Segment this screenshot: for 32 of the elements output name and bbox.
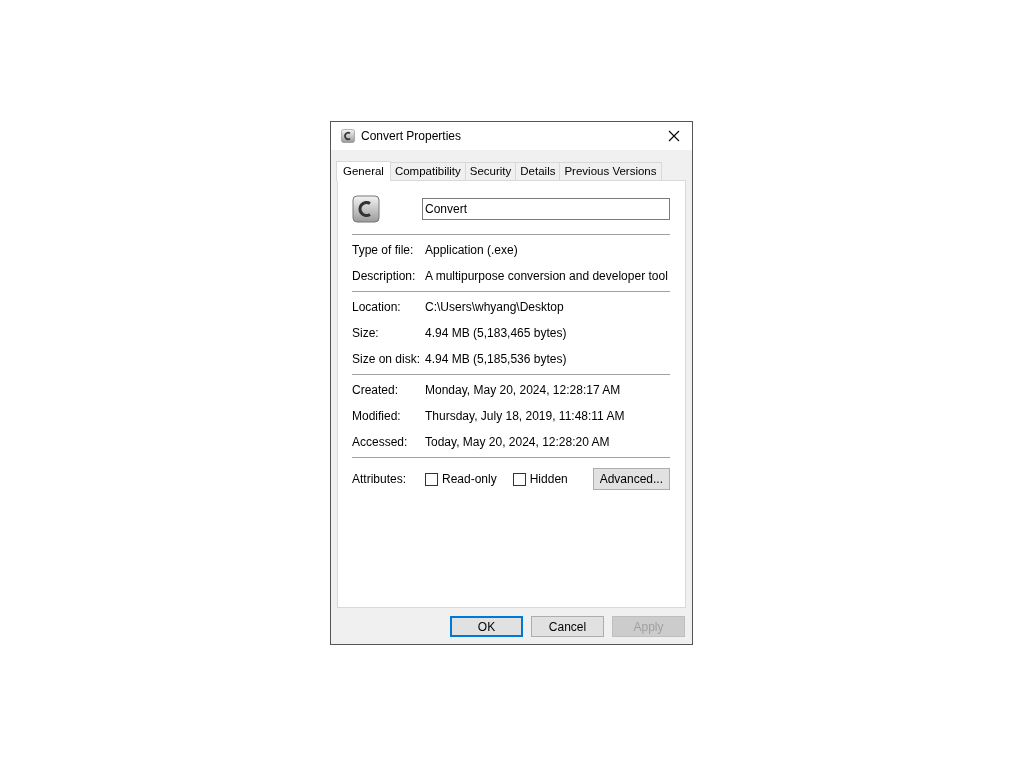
property-value: 4.94 MB (5,183,465 bytes) [425, 325, 567, 340]
window-title: Convert Properties [361, 129, 463, 143]
property-value: Thursday, July 18, 2019, 11:48:11 AM [425, 408, 625, 423]
property-label: Type of file: [352, 242, 415, 257]
property-label: Created: [352, 382, 400, 397]
checkbox-label: Read-only [442, 472, 497, 486]
advanced-button[interactable]: Advanced... [592, 468, 670, 490]
checkbox[interactable] [512, 472, 526, 486]
title-app-icon [341, 129, 355, 143]
property-label: Size on disk: [352, 351, 422, 366]
property-label: Accessed: [352, 434, 409, 449]
name-field[interactable]: Convert [422, 198, 670, 220]
tab[interactable]: General [336, 161, 391, 181]
attributes-label: Attributes: [352, 472, 408, 486]
app-icon [352, 195, 380, 223]
tab[interactable]: Previous Versions [559, 162, 662, 180]
dialog-button[interactable]: Cancel [531, 616, 604, 637]
checkbox[interactable] [425, 472, 438, 486]
property-label: Description: [352, 268, 417, 283]
property-value: Monday, May 20, 2024, 12:28:17 AM [425, 382, 621, 397]
dialog-button[interactable]: OK [450, 616, 523, 637]
property-value: 4.94 MB (5,185,536 bytes) [425, 351, 567, 366]
property-label: Modified: [352, 408, 402, 423]
property-label: Location: [352, 299, 402, 314]
property-value: Today, May 20, 2024, 12:28:20 AM [425, 434, 610, 449]
checkbox-label: Hidden [529, 472, 568, 486]
tab[interactable]: Security [464, 162, 517, 180]
property-value: Application (.exe) [425, 242, 518, 257]
property-value: C:\Users\whyang\Desktop [425, 299, 564, 314]
property-value: A multipurpose conversion and developer tool [425, 268, 668, 283]
property-label: Size: [352, 325, 380, 340]
tab[interactable]: Compatibility [389, 162, 466, 180]
